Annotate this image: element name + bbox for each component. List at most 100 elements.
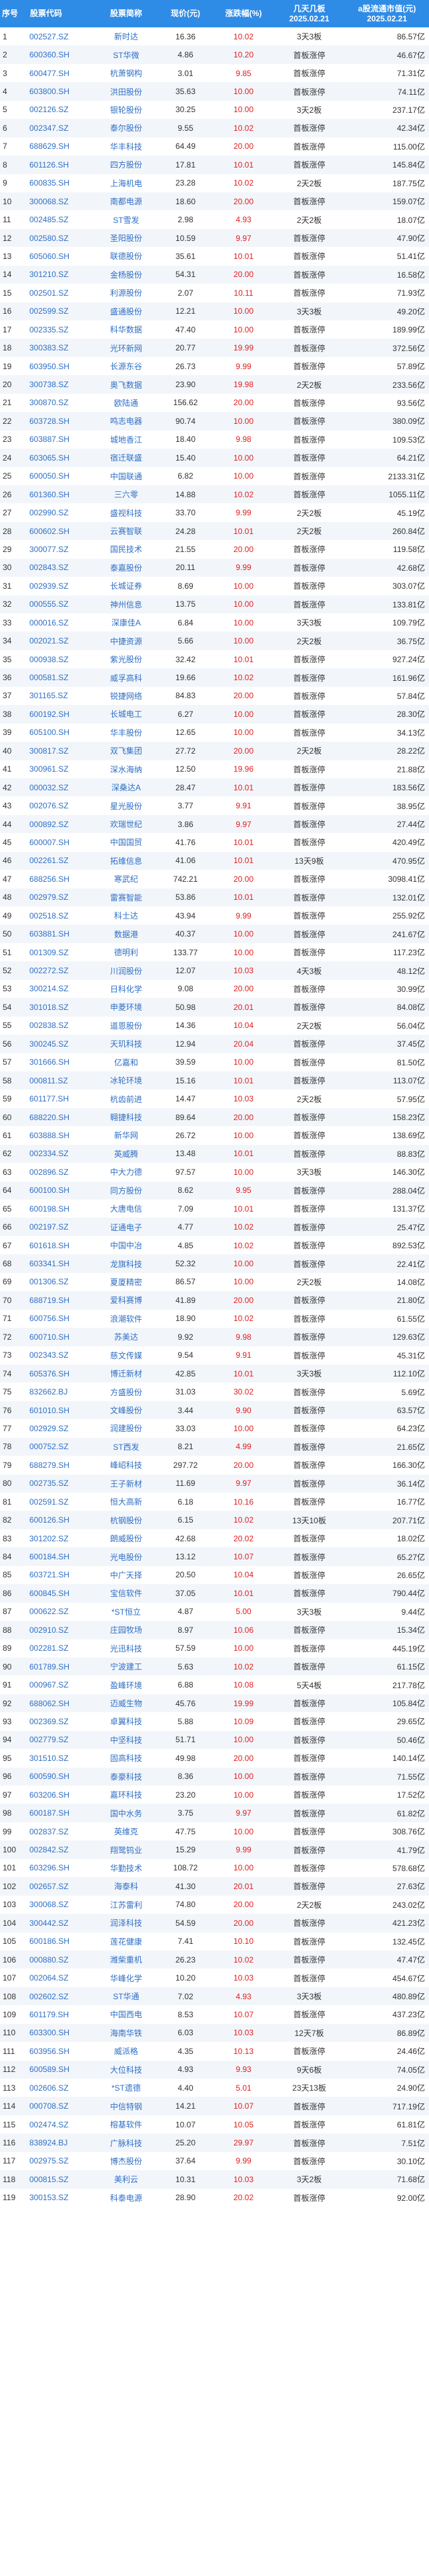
table-row[interactable]: 42 000032.SZ 深桑达A 28.47 10.01 首板涨停 183.56亿 <box>0 778 429 797</box>
table-row[interactable]: 109 601179.SH 中国西电 8.53 10.07 首板涨停 437.23亿 <box>0 2005 429 2023</box>
stock-name[interactable]: 深康佳A <box>95 613 157 631</box>
stock-name[interactable]: 英威腾 <box>95 1145 157 1163</box>
stock-name[interactable]: 中捷资源 <box>95 631 157 650</box>
table-row[interactable]: 29 300077.SZ 国民技术 21.55 20.00 首板涨停 119.58亿 <box>0 540 429 558</box>
stock-code[interactable]: 688719.SH <box>28 1291 95 1309</box>
table-row[interactable]: 92 688062.SH 迈威生物 45.76 19.99 首板涨停 105.84亿 <box>0 1694 429 1713</box>
stock-code[interactable]: 000622.SZ <box>28 1603 95 1621</box>
stock-name[interactable]: 固高科技 <box>95 1749 157 1767</box>
stock-name[interactable]: 中广天择 <box>95 1566 157 1584</box>
stock-code[interactable]: 603296.SH <box>28 1859 95 1877</box>
stock-code[interactable]: 000581.SZ <box>28 668 95 686</box>
stock-name[interactable]: 中信特钢 <box>95 2097 157 2115</box>
stock-code[interactable]: 688062.SH <box>28 1694 95 1712</box>
table-row[interactable]: 11 002485.SZ ST雪发 2.98 4.93 2天2板 18.07亿 <box>0 210 429 228</box>
table-row[interactable]: 3 600477.SH 杭萧钢构 3.01 9.85 首板涨停 71.31亿 <box>0 64 429 82</box>
stock-code[interactable]: 002735.SZ <box>28 1475 95 1493</box>
stock-code[interactable]: 002896.SZ <box>28 1163 95 1181</box>
stock-name[interactable]: *ST遗德 <box>95 2079 157 2097</box>
stock-code[interactable]: 000708.SZ <box>28 2097 95 2115</box>
stock-name[interactable]: 中国中冶 <box>95 1236 157 1254</box>
stock-code[interactable]: 000032.SZ <box>28 778 95 796</box>
stock-code[interactable]: 600477.SH <box>28 64 95 82</box>
stock-name[interactable]: 联德股份 <box>95 247 157 265</box>
stock-name[interactable]: 冰轮环境 <box>95 1071 157 1089</box>
stock-code[interactable]: 605060.SH <box>28 247 95 265</box>
table-row[interactable]: 26 601360.SH 三六零 14.88 10.02 首板涨停 1055.11亿 <box>0 485 429 504</box>
table-row[interactable]: 12 002580.SZ 圣阳股份 10.59 9.97 首板涨停 47.90亿 <box>0 228 429 248</box>
stock-name[interactable]: *ST恒立 <box>95 1603 157 1621</box>
table-row[interactable]: 6 002347.SZ 泰尔股份 9.55 10.02 首板涨停 42.34亿 <box>0 119 429 138</box>
table-row[interactable]: 48 002979.SZ 雷赛智能 53.86 10.01 首板涨停 132.01亿 <box>0 888 429 907</box>
table-row[interactable]: 43 002076.SZ 星光股份 3.77 9.91 首板涨停 38.95亿 <box>0 796 429 814</box>
table-row[interactable]: 20 300738.SZ 奥飞数据 23.90 19.98 2天2板 233.56亿 <box>0 375 429 394</box>
stock-code[interactable]: 002064.SZ <box>28 1969 95 1987</box>
stock-code[interactable]: 001309.SZ <box>28 943 95 961</box>
stock-code[interactable]: 002197.SZ <box>28 1218 95 1236</box>
table-row[interactable]: 17 002335.SZ 科华数据 47.40 10.00 首板涨停 189.99亿 <box>0 320 429 338</box>
table-row[interactable]: 19 603950.SH 长源东谷 26.73 9.99 首板涨停 57.89亿 <box>0 357 429 375</box>
stock-code[interactable]: 600360.SH <box>28 45 95 63</box>
stock-code[interactable]: 600602.SH <box>28 522 95 540</box>
table-row[interactable]: 111 603956.SH 威派格 4.35 10.13 首板涨停 24.46亿 <box>0 2042 429 2060</box>
stock-code[interactable]: 600187.SH <box>28 1804 95 1822</box>
table-row[interactable]: 115 002474.SZ 榕基软件 10.07 10.05 首板涨停 61.81亿 <box>0 2115 429 2133</box>
table-row[interactable]: 66 002197.SZ 证通电子 4.77 10.02 首板涨停 25.47亿 <box>0 1218 429 1236</box>
table-row[interactable]: 80 002735.SZ 王子新材 11.69 9.97 首板涨停 36.14亿 <box>0 1474 429 1493</box>
stock-name[interactable]: 上海机电 <box>95 174 157 192</box>
stock-name[interactable]: 申菱环境 <box>95 998 157 1016</box>
stock-code[interactable]: 002842.SZ <box>28 1840 95 1858</box>
table-row[interactable]: 13 605060.SH 联德股份 35.61 10.01 首板涨停 51.41亿 <box>0 247 429 265</box>
stock-name[interactable]: 王子新材 <box>95 1475 157 1493</box>
table-row[interactable]: 73 002343.SZ 慈文传媒 9.54 9.91 首板涨停 45.31亿 <box>0 1346 429 1364</box>
stock-code[interactable]: 600835.SH <box>28 174 95 192</box>
stock-code[interactable]: 603950.SH <box>28 357 95 375</box>
stock-name[interactable]: 苏美达 <box>95 1328 157 1346</box>
stock-code[interactable]: 603881.SH <box>28 925 95 943</box>
table-row[interactable]: 64 600100.SH 同方股份 8.62 9.95 首板涨停 288.04亿 <box>0 1181 429 1200</box>
stock-name[interactable]: 寒武纪 <box>95 870 157 888</box>
table-row[interactable]: 103 300068.SZ 江苏雷利 74.80 20.00 2天2板 243.02亿 <box>0 1896 429 1914</box>
table-row[interactable]: 106 000880.SZ 潍柴重机 26.23 10.02 首板涨停 47.47亿 <box>0 1950 429 1969</box>
stock-name[interactable]: 长城电工 <box>95 705 157 723</box>
table-row[interactable]: 107 002064.SZ 华峰化学 10.20 10.03 首板涨停 454.67亿 <box>0 1969 429 1987</box>
table-row[interactable]: 113 002606.SZ *ST遗德 4.40 5.01 23天13板 24.90亿 <box>0 2079 429 2097</box>
table-row[interactable]: 18 300383.SZ 光环新网 20.77 19.99 首板涨停 372.56亿 <box>0 338 429 357</box>
stock-name[interactable]: 神州信息 <box>95 595 157 613</box>
stock-name[interactable]: 新华网 <box>95 1126 157 1144</box>
stock-code[interactable]: 300383.SZ <box>28 338 95 356</box>
table-row[interactable]: 39 605100.SH 华丰股份 12.65 10.00 首板涨停 34.13亿 <box>0 724 429 742</box>
table-row[interactable]: 95 301510.SZ 固高科技 49.98 20.00 首板涨停 140.14亿 <box>0 1749 429 1767</box>
stock-name[interactable]: 华丰科技 <box>95 138 157 156</box>
table-row[interactable]: 38 600192.SH 长城电工 6.27 10.00 首板涨停 28.30亿 <box>0 705 429 724</box>
stock-name[interactable]: 天玑科技 <box>95 1035 157 1053</box>
table-row[interactable]: 65 600198.SH 大唐电信 7.09 10.01 首板涨停 131.37亿 <box>0 1200 429 1218</box>
col-header-name[interactable]: 股票简称 <box>95 0 157 27</box>
stock-code[interactable]: 002501.SZ <box>28 284 95 302</box>
stock-code[interactable]: 688629.SH <box>28 138 95 156</box>
table-row[interactable]: 53 300214.SZ 日科化学 9.08 20.00 首板涨停 30.99亿 <box>0 980 429 998</box>
table-row[interactable]: 31 002939.SZ 长城证券 8.69 10.00 首板涨停 303.07亿 <box>0 577 429 595</box>
stock-code[interactable]: 002474.SZ <box>28 2115 95 2133</box>
stock-code[interactable]: 002779.SZ <box>28 1731 95 1749</box>
stock-code[interactable]: 300068.SZ <box>28 1896 95 1914</box>
stock-name[interactable]: 江苏雷利 <box>95 1896 157 1914</box>
stock-code[interactable]: 002606.SZ <box>28 2079 95 2097</box>
stock-code[interactable]: 300153.SZ <box>28 2189 95 2207</box>
stock-name[interactable]: 宁波建工 <box>95 1657 157 1676</box>
table-row[interactable]: 16 002599.SZ 盛通股份 12.21 10.00 3天3板 49.20亿 <box>0 302 429 320</box>
stock-name[interactable]: 鸣志电器 <box>95 412 157 430</box>
table-row[interactable]: 93 002369.SZ 卓翼科技 5.88 10.09 首板涨停 29.65亿 <box>0 1712 429 1730</box>
stock-name[interactable]: 庄园牧场 <box>95 1621 157 1639</box>
stock-name[interactable]: 杭萧钢构 <box>95 64 157 82</box>
stock-code[interactable]: 002335.SZ <box>28 320 95 338</box>
table-row[interactable]: 24 603065.SH 宿迁联盛 15.40 10.00 首板涨停 64.21亿 <box>0 449 429 467</box>
table-row[interactable]: 45 600007.SH 中国国贸 41.76 10.01 首板涨停 420.49亿 <box>0 833 429 851</box>
stock-name[interactable]: 盛通股份 <box>95 302 157 320</box>
table-row[interactable]: 86 600845.SH 宝信软件 37.05 10.01 首板涨停 790.44亿 <box>0 1584 429 1603</box>
stock-name[interactable]: 方盛股份 <box>95 1382 157 1400</box>
table-row[interactable]: 79 688279.SH 峰岹科技 297.72 20.00 首板涨停 166.30亿 <box>0 1456 429 1474</box>
stock-name[interactable]: 海南华铁 <box>95 2024 157 2042</box>
table-row[interactable]: 99 002837.SZ 英维克 47.75 10.00 首板涨停 308.76亿 <box>0 1822 429 1840</box>
stock-name[interactable]: 科华数据 <box>95 320 157 338</box>
